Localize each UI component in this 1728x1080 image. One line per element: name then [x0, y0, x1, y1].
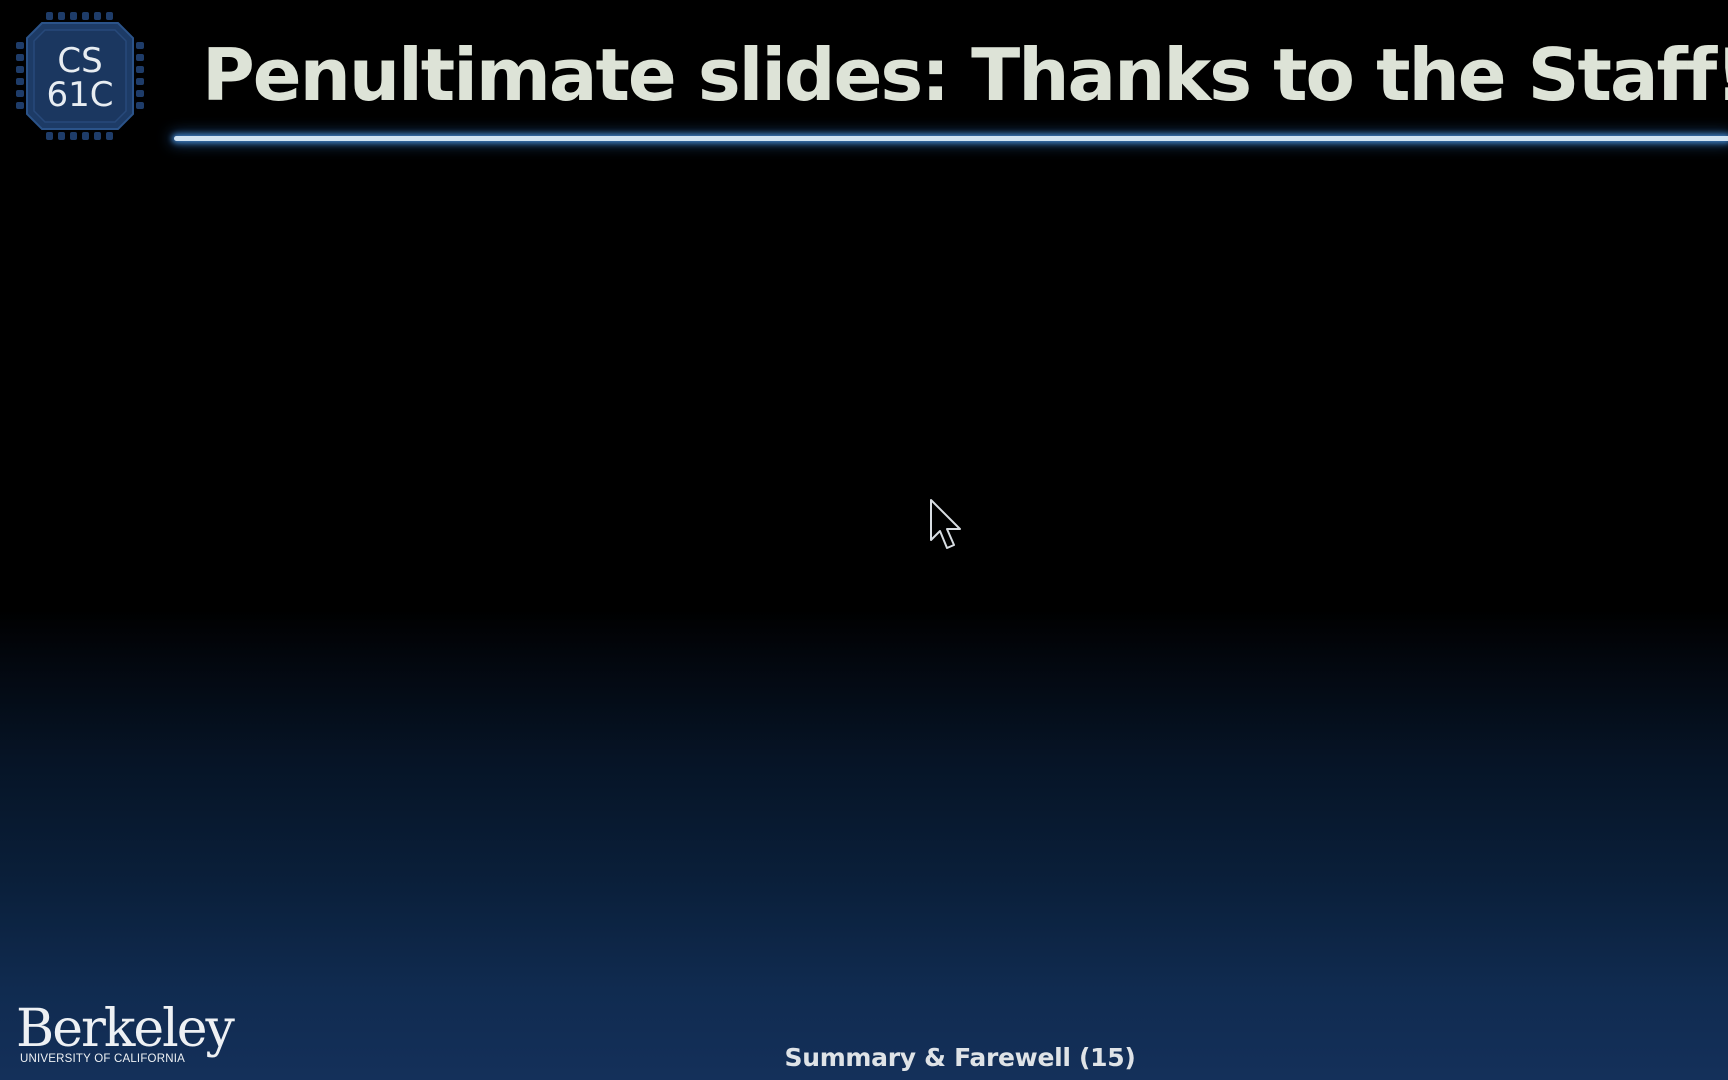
title-underline — [174, 136, 1728, 141]
logo-line-2: 61C — [46, 75, 113, 115]
slide-footer: Summary & Farewell (15) — [784, 1043, 1136, 1072]
cs61c-chip-logo-icon: CS 61C — [14, 10, 146, 142]
slide: CS 61C Penultimate slides: Thanks to the… — [0, 0, 1728, 1080]
mouse-pointer-icon — [929, 498, 965, 554]
slide-title: Penultimate slides: Thanks to the Staff! — [202, 33, 1728, 117]
